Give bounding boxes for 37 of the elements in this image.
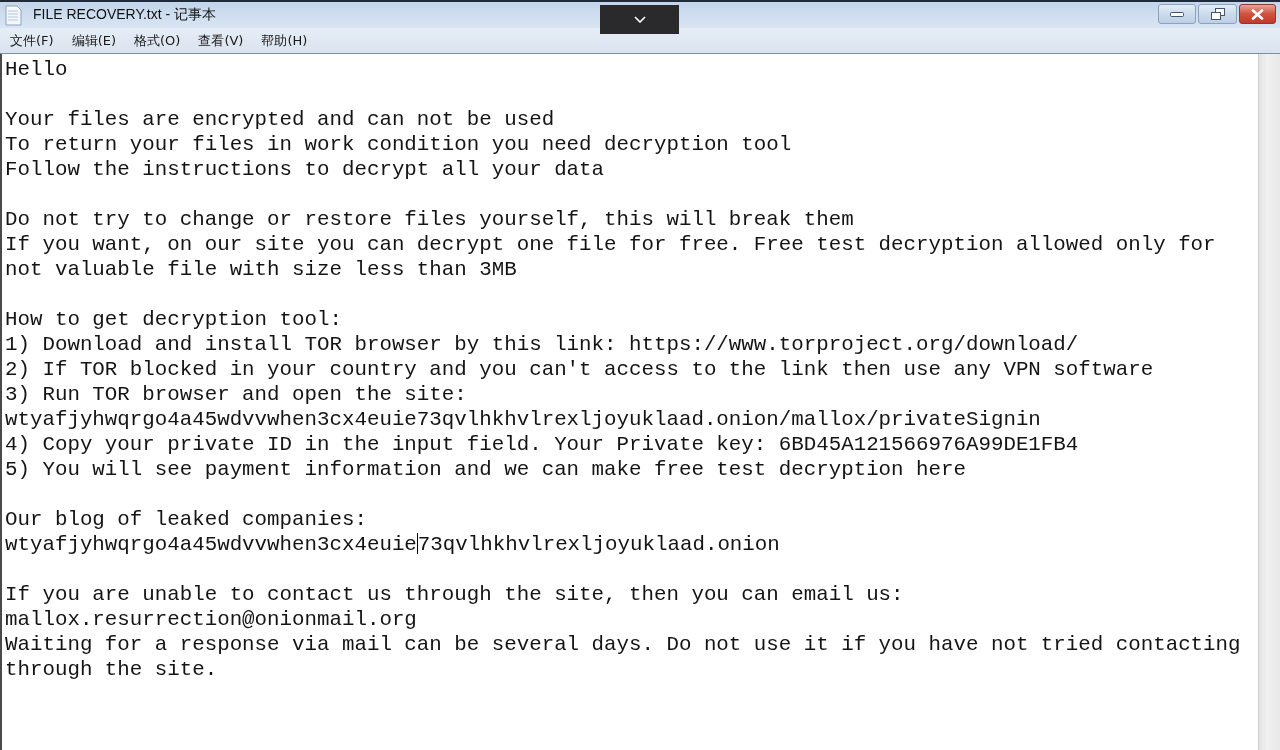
menu-item[interactable]: 查看(V) [198,31,244,50]
text-line: Do not try to change or restore files yourself, this will break them [5,208,854,231]
text-line: wtyafjyhwqrgo4a45wdvvwhen3cx4euie73qvlhkhvlrexljoyuklaad.onion/mallox/privateSignin [5,408,1041,431]
close-icon [1251,8,1264,20]
text-line: not valuable file with size less than 3MB [5,258,517,281]
text-line: Your files are encrypted and can not be used [5,108,555,131]
text-line: 3) Run TOR browser and open the site: [5,383,467,406]
text-cursor-icon [416,533,418,554]
text-line: 4) Copy your private ID in the input field. Your Private key: 6BD45A121566976A99DE1FB4 [5,433,1079,456]
menu-item[interactable]: 文件(F) [10,31,54,50]
document-icon [5,4,22,26]
text-line: If you want, on our site you can decrypt one file for free. Free test decryption allowed only for [5,233,1216,256]
text-line: How to get decryption tool: [5,308,342,331]
window-title: FILE RECOVERY.txt - 记事本 [33,6,217,24]
text-line: wtyafjyhwqrgo4a45wdvvwhen3cx4euie [5,533,417,556]
text-line: To return your files in work condition you need decryption tool [5,133,792,156]
menu-item[interactable]: 编辑(E) [71,31,116,50]
scrollbar[interactable] [1258,54,1280,750]
chevron-down-icon [633,16,646,23]
text-line: 5) You will see payment information and we can make free test decryption here [5,458,966,481]
restore-button[interactable] [1198,4,1237,24]
text-line: Follow the instructions to decrypt all your data [5,158,605,181]
minimize-icon [1170,11,1184,17]
text-line: mallox.resurrection@onionmail.org [5,608,417,631]
text-line: Hello [5,58,68,81]
text-line: 1) Download and install TOR browser by this link: https://www.torproject.org/download/ [5,333,1079,356]
text-line: 2) If TOR blocked in your country and you can't access to the link then use any VPN software [5,358,1154,381]
text-line: Waiting for a response via mail can be several days. Do not use it if you have not tried contacting [5,633,1241,656]
text-line: through the site. [5,658,218,681]
text-line: If you are unable to contact us through the site, then you can email us: [5,583,904,606]
menu-item[interactable]: 格式(O) [134,31,181,50]
text-line: 73qvlhkhvlrexljoyuklaad.onion [417,533,780,556]
restore-icon [1210,8,1225,20]
minimize-button[interactable] [1158,4,1196,24]
close-button[interactable] [1239,4,1276,24]
text-line: Our blog of leaked companies: [5,508,367,531]
menu-item[interactable]: 帮助(H) [261,31,308,50]
